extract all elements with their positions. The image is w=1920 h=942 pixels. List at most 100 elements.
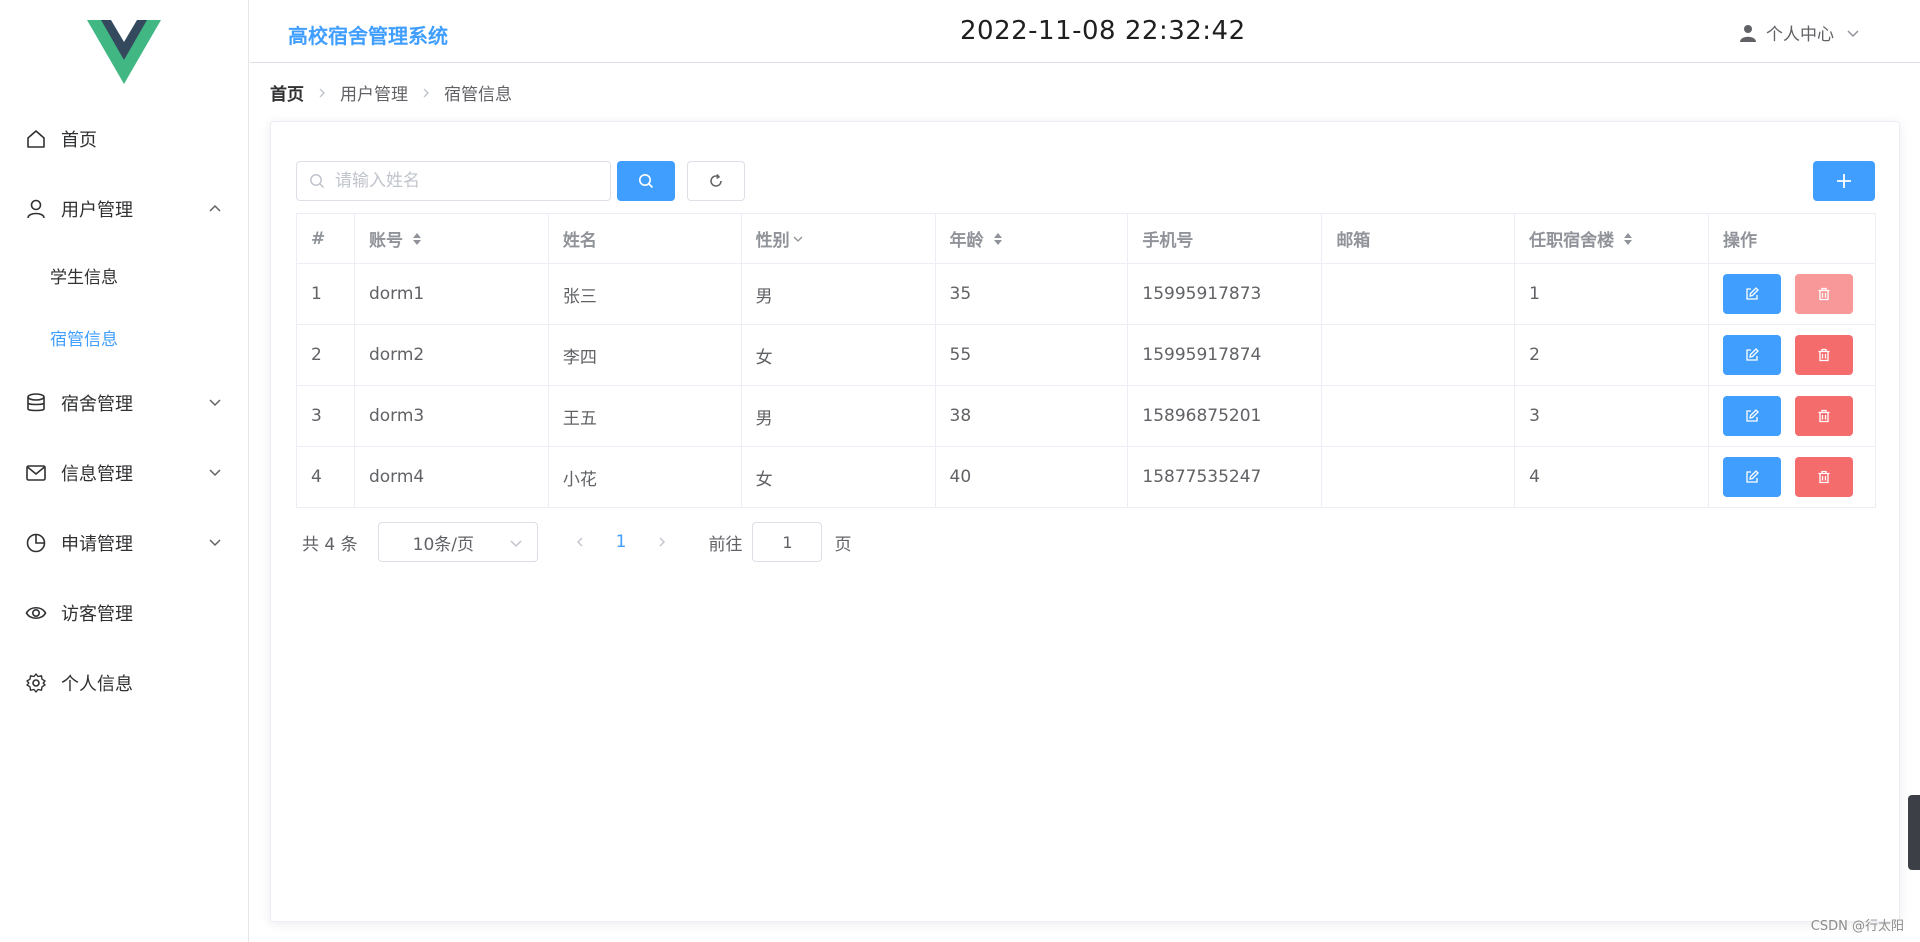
column-header-index: # <box>296 213 355 264</box>
cell-gender: 女 <box>740 446 936 508</box>
sidebar-item-user-management[interactable]: 用户管理 <box>0 174 248 244</box>
sidebar-item-label: 宿舍管理 <box>61 394 133 415</box>
chevron-down-icon <box>510 540 522 548</box>
cell-email <box>1321 446 1516 508</box>
dorm-manager-table: # 账号 姓名 性别 年龄 手机号 邮箱 任职宿舍楼 操作 1 dorm1 张三… <box>296 213 1876 508</box>
sort-icon[interactable] <box>1622 231 1634 247</box>
cell-actions <box>1708 263 1876 325</box>
edit-button[interactable] <box>1723 396 1781 436</box>
delete-button[interactable] <box>1795 396 1853 436</box>
cell-name: 王五 <box>547 385 742 447</box>
gear-icon <box>26 673 46 693</box>
cell-phone: 15896875201 <box>1127 385 1323 447</box>
chevron-down-icon <box>209 399 221 407</box>
edit-button[interactable] <box>1723 457 1781 497</box>
sidebar-item-home[interactable]: 首页 <box>0 104 248 174</box>
table-row: 1 dorm1 张三 男 35 15995917873 1 <box>296 263 1876 325</box>
chevron-right-icon <box>319 88 325 97</box>
cell-building: 3 <box>1514 385 1709 447</box>
cell-phone: 15877535247 <box>1127 446 1323 508</box>
breadcrumb-home[interactable]: 首页 <box>270 80 304 105</box>
column-header-gender[interactable]: 性别 <box>740 213 936 264</box>
search-field[interactable] <box>296 161 611 201</box>
prev-page-icon[interactable] <box>574 536 586 548</box>
cell-index: 2 <box>296 324 355 386</box>
goto-page-input[interactable] <box>752 522 823 562</box>
column-header-account[interactable]: 账号 <box>353 213 549 264</box>
user-center-dropdown[interactable]: 个人中心 <box>1738 20 1860 45</box>
floating-side-handle[interactable] <box>1908 795 1920 870</box>
vue-logo <box>87 20 161 84</box>
sidebar-item-label: 申请管理 <box>61 534 133 555</box>
sidebar-item-application-management[interactable]: 申请管理 <box>0 508 248 578</box>
sort-icon[interactable] <box>992 231 1004 247</box>
sidebar-item-visitor-management[interactable]: 访客管理 <box>0 578 248 648</box>
sidebar-item-label: 宿管信息 <box>50 329 118 350</box>
trash-icon <box>1818 348 1830 362</box>
next-page-icon[interactable] <box>656 536 668 548</box>
add-button[interactable] <box>1813 161 1875 201</box>
cell-gender: 男 <box>740 263 936 325</box>
sidebar-item-label: 个人信息 <box>61 674 133 695</box>
trash-icon <box>1818 287 1830 301</box>
column-header-age[interactable]: 年龄 <box>934 213 1129 264</box>
cell-age: 40 <box>934 446 1129 508</box>
sidebar-item-dorm-managers[interactable]: 宿管信息 <box>0 306 248 368</box>
sidebar-item-label: 信息管理 <box>61 464 133 485</box>
datetime-display: 2022-11-08 22:32:42 <box>960 16 1246 46</box>
page-size-select[interactable]: 10条/页 <box>377 522 538 562</box>
breadcrumb-user-management: 用户管理 <box>340 85 408 105</box>
user-avatar-icon <box>1740 24 1756 42</box>
column-header-building[interactable]: 任职宿舍楼 <box>1514 213 1709 264</box>
cell-gender: 男 <box>740 385 936 447</box>
sidebar-item-label: 访客管理 <box>61 604 133 625</box>
table-row: 3 dorm3 王五 男 38 15896875201 3 <box>296 385 1876 447</box>
eye-icon <box>25 606 47 620</box>
message-icon <box>26 465 46 481</box>
goto-unit: 页 <box>834 534 852 555</box>
sort-icon[interactable] <box>411 231 423 247</box>
cell-age: 35 <box>934 263 1129 325</box>
cell-index: 3 <box>296 385 355 447</box>
breadcrumb-current: 宿管信息 <box>444 85 512 105</box>
delete-button[interactable] <box>1795 335 1853 375</box>
sidebar-item-info-management[interactable]: 信息管理 <box>0 438 248 508</box>
edit-icon <box>1746 348 1759 361</box>
home-icon <box>27 130 45 148</box>
cell-actions <box>1708 446 1876 508</box>
delete-button[interactable] <box>1795 457 1853 497</box>
search-input[interactable] <box>335 171 595 191</box>
cell-name: 张三 <box>547 263 742 325</box>
pagination-total: 共 4 条 <box>302 534 358 555</box>
top-header: 高校宿舍管理系统 2022-11-08 22:32:42 个人中心 <box>250 0 1920 63</box>
chevron-up-icon <box>209 204 221 212</box>
sidebar-item-dorm-management[interactable]: 宿舍管理 <box>0 368 248 438</box>
edit-icon <box>1746 287 1759 300</box>
table-row: 4 dorm4 小花 女 40 15877535247 4 <box>296 446 1876 508</box>
content-card: # 账号 姓名 性别 年龄 手机号 邮箱 任职宿舍楼 操作 <box>270 121 1900 922</box>
page-number-current[interactable]: 1 <box>616 532 627 552</box>
cell-email <box>1321 385 1516 447</box>
delete-button[interactable] <box>1795 274 1853 314</box>
sidebar-item-students[interactable]: 学生信息 <box>0 244 248 306</box>
cell-name: 李四 <box>547 324 742 386</box>
system-title: 高校宿舍管理系统 <box>288 24 448 48</box>
chevron-down-icon <box>1847 29 1859 37</box>
sidebar-item-personal-info[interactable]: 个人信息 <box>0 648 248 718</box>
database-icon <box>27 393 45 412</box>
edit-button[interactable] <box>1723 335 1781 375</box>
user-center-label: 个人中心 <box>1766 25 1834 45</box>
sidebar: 首页 用户管理 学生信息 宿管信息 宿舍管理 信息管理 申请管理 访客管理 个人… <box>0 0 249 942</box>
search-button[interactable] <box>617 161 675 201</box>
trash-icon <box>1818 470 1830 484</box>
filter-chevron-icon[interactable] <box>792 233 804 245</box>
cell-actions <box>1708 385 1876 447</box>
trash-icon <box>1818 409 1830 423</box>
app-root: 首页 用户管理 学生信息 宿管信息 宿舍管理 信息管理 申请管理 访客管理 个人… <box>0 0 1920 942</box>
cell-building: 2 <box>1514 324 1709 386</box>
edit-button[interactable] <box>1723 274 1781 314</box>
column-header-name: 姓名 <box>547 213 742 264</box>
cell-building: 4 <box>1514 446 1709 508</box>
reset-button[interactable] <box>687 161 745 201</box>
pagination: 共 4 条 10条/页 1 前往 页 <box>302 522 851 562</box>
